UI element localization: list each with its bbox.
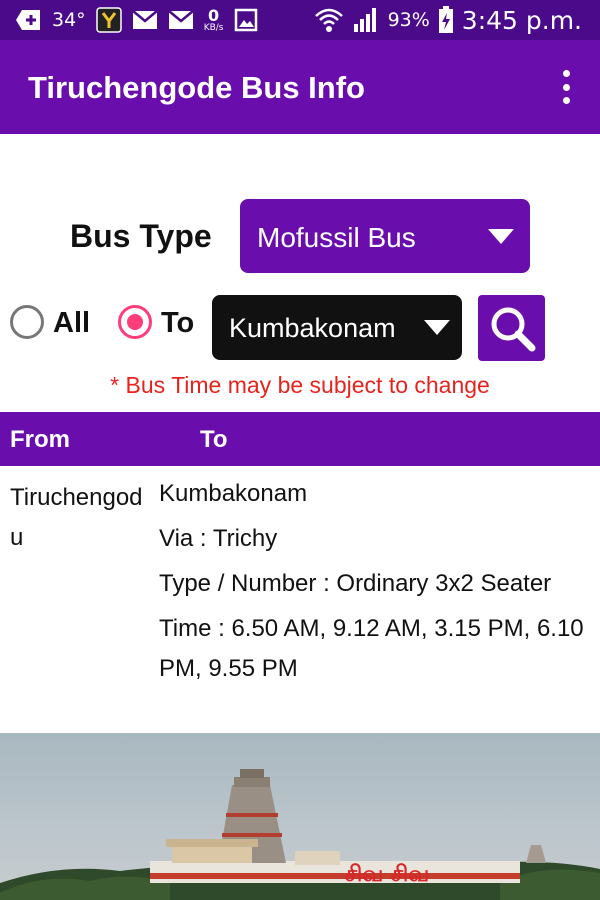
- dropdown-caret-icon: [424, 320, 450, 335]
- overflow-menu-icon[interactable]: [554, 70, 578, 104]
- radio-all-label[interactable]: All: [53, 307, 90, 340]
- mail-icon: [167, 10, 194, 30]
- bus-type-label: Bus Type: [70, 218, 212, 254]
- add-notification-icon: [16, 8, 42, 32]
- row-time: Time : 6.50 AM, 9.12 AM, 3.15 PM, 6.10 P…: [159, 615, 584, 682]
- row-destination: Kumbakonam: [159, 480, 308, 507]
- bus-type-selected-value: Mofussil Bus: [257, 222, 416, 253]
- radio-to[interactable]: [118, 305, 152, 339]
- signal-icon: [352, 6, 380, 34]
- bus-type-dropdown[interactable]: Mofussil Bus: [240, 199, 530, 273]
- row-type-number: Type / Number : Ordinary 3x2 Seater: [159, 570, 552, 597]
- network-speed-unit: KB/s: [203, 22, 224, 33]
- column-header-to: To: [200, 426, 228, 453]
- wifi-icon: [314, 6, 344, 34]
- dropdown-caret-icon: [488, 229, 514, 244]
- destination-selected-value: Kumbakonam: [229, 313, 396, 343]
- radio-selected-dot: [127, 314, 143, 330]
- app-title: Tiruchengode Bus Info: [28, 70, 365, 105]
- temple-sign-text: சிவ சிவ: [345, 862, 429, 887]
- search-icon: [491, 307, 535, 352]
- row-detail-cell: Kumbakonam Via : Trichy Type / Number : …: [159, 474, 589, 694]
- battery-percent: 93%: [387, 9, 430, 31]
- radio-to-label[interactable]: To: [161, 307, 194, 340]
- column-header-from: From: [10, 426, 70, 453]
- app-bar: Tiruchengode Bus Info: [0, 40, 600, 134]
- app-y-icon: [95, 7, 122, 33]
- row-from-cell: Tiruchengodu: [10, 484, 143, 551]
- mail-icon: [131, 10, 158, 30]
- destination-dropdown[interactable]: Kumbakonam: [212, 295, 462, 360]
- results-table-header: From To: [0, 412, 600, 466]
- status-bar-right: 93% 3:45 p.m.: [314, 4, 582, 36]
- search-button[interactable]: [478, 295, 545, 361]
- temple-photo: சிவ சிவ: [0, 733, 600, 900]
- status-bar: 34° 0 KB/s 93% 3:45 p.m.: [0, 0, 600, 40]
- schedule-disclaimer: * Bus Time may be subject to change: [110, 372, 490, 398]
- network-speed: 0 KB/s: [203, 5, 224, 33]
- radio-all[interactable]: [10, 305, 44, 339]
- row-via: Via : Trichy: [159, 525, 278, 552]
- clock-time: 3:45 p.m.: [461, 5, 582, 35]
- network-speed-value: 0: [208, 5, 220, 25]
- status-bar-left: 34° 0 KB/s: [16, 6, 258, 34]
- image-icon: [234, 8, 258, 32]
- battery-icon: [438, 6, 454, 34]
- temperature-text: 34°: [52, 9, 86, 31]
